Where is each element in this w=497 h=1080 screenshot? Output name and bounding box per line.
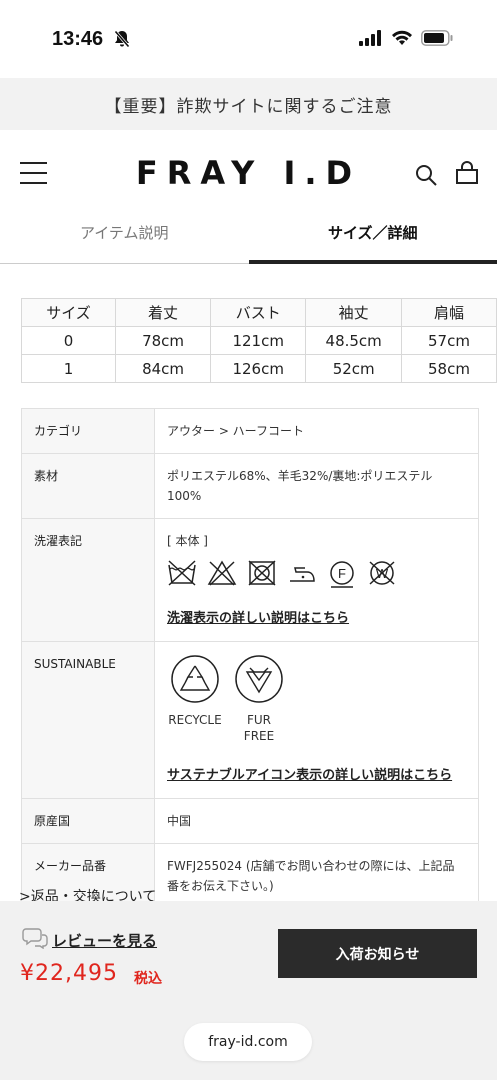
size-cell: 0 (20, 326, 117, 355)
category-label: カテゴリ (21, 408, 155, 454)
size-cell: 57cm (400, 326, 497, 355)
no-tumble-dry-icon (247, 559, 277, 595)
origin-value: 中国 (154, 798, 479, 844)
sustainable-icons: RECYCLE FUR FREE (167, 654, 466, 744)
material-value: ポリエステル68%、羊毛32%/裏地:ポリエステル100% (154, 453, 479, 519)
tax-label: 税込 (134, 971, 162, 987)
recycle-icon (167, 654, 223, 704)
size-cell: 48.5cm (305, 326, 402, 355)
fur-free-icon (231, 654, 287, 704)
size-header-cell: サイズ (20, 298, 117, 327)
notice-text[interactable]: 【重要】詐欺サイトに関するご注意 (105, 92, 393, 117)
signal-icon (359, 30, 383, 50)
material-label: 素材 (21, 453, 155, 519)
size-cell: 121cm (210, 326, 307, 355)
review-label[interactable]: レビューを見る (52, 930, 157, 951)
size-table: サイズ 着丈 バスト 袖丈 肩幅 0 78cm 121cm 48.5cm 57c… (20, 298, 497, 383)
site-header: FRAY I.D (0, 130, 497, 216)
dry-clean-f-icon: F (327, 559, 357, 595)
fur-free-text: FUR FREE (243, 713, 275, 743)
care-info-link[interactable]: 洗濯表示の詳しい説明はこちら (167, 609, 466, 629)
detail-row-care: 洗濯表記 [ 本体 ] F W (21, 518, 479, 642)
svg-text:F: F (338, 566, 346, 581)
detail-row-origin: 原産国 中国 (21, 798, 479, 844)
recycle-text: RECYCLE (168, 713, 222, 727)
status-bar: 13:46 (0, 0, 497, 78)
review-link[interactable]: レビューを見る (22, 927, 157, 953)
origin-label: 原産国 (21, 798, 155, 844)
url-text[interactable]: fray-id.com (208, 1034, 287, 1050)
search-icon[interactable] (414, 163, 438, 191)
shopping-bag-icon[interactable] (455, 161, 479, 189)
restock-notify-button[interactable]: 入荷お知らせ (278, 929, 477, 978)
sustainable-label: SUSTAINABLE (21, 641, 155, 799)
size-table-header: サイズ 着丈 バスト 袖丈 肩幅 (20, 298, 497, 327)
size-cell: 58cm (400, 354, 497, 383)
detail-row-category: カテゴリ アウター > ハーフコート (21, 408, 479, 454)
maker-value: FWFJ255024 (店舗でお問い合わせの際には、上記品番をお伝え下さい。) (154, 843, 479, 909)
detail-row-sustainable: SUSTAINABLE RECYCLE FUR FREE サステナブルアイコン表… (21, 641, 479, 799)
iron-low-icon (287, 559, 317, 595)
size-cell: 52cm (305, 354, 402, 383)
sustainable-info-link[interactable]: サステナブルアイコン表示の詳しい説明はこちら (167, 766, 466, 786)
size-header-cell: 着丈 (115, 298, 212, 327)
size-header-cell: 袖丈 (305, 298, 402, 327)
care-label: 洗濯表記 (21, 518, 155, 642)
price: ¥22,495 (20, 961, 118, 986)
product-tabs: アイテム説明 サイズ／詳細 (0, 216, 497, 264)
no-bleach-icon (207, 559, 237, 595)
status-time: 13:46 (52, 28, 104, 50)
table-row: 0 78cm 121cm 48.5cm 57cm (20, 326, 497, 355)
detail-row-material: 素材 ポリエステル68%、羊毛32%/裏地:ポリエステル100% (21, 453, 479, 519)
wifi-icon (391, 30, 413, 50)
category-value: アウター > ハーフコート (154, 408, 479, 454)
recycle-badge: RECYCLE (167, 654, 223, 744)
tab-item-description[interactable]: アイテム説明 (0, 216, 249, 263)
size-cell: 78cm (115, 326, 212, 355)
url-bar[interactable]: fray-id.com (184, 1023, 312, 1061)
no-wet-clean-icon: W (367, 559, 397, 595)
size-cell: 84cm (115, 354, 212, 383)
care-section-label: [ 本体 ] (167, 534, 208, 548)
size-cell: 1 (20, 354, 117, 383)
tab-size-details[interactable]: サイズ／詳細 (248, 216, 497, 264)
care-icons: F W (167, 559, 466, 595)
battery-icon (421, 30, 453, 50)
bottom-purchase-bar: レビューを見る ¥22,495 税込 入荷お知らせ fray-id.com (0, 901, 497, 1080)
table-row: 1 84cm 126cm 52cm 58cm (20, 354, 497, 383)
size-header-cell: バスト (210, 298, 307, 327)
size-cell: 126cm (210, 354, 307, 383)
fraud-notice-banner[interactable]: 【重要】詐欺サイトに関するご注意 (0, 78, 497, 130)
no-wash-icon (167, 559, 197, 595)
bell-muted-icon (113, 30, 131, 52)
size-header-cell: 肩幅 (400, 298, 497, 327)
speech-bubble-icon (22, 927, 48, 953)
product-details-table: カテゴリ アウター > ハーフコート 素材 ポリエステル68%、羊毛32%/裏地… (21, 408, 479, 909)
fur-free-badge: FUR FREE (231, 654, 287, 744)
